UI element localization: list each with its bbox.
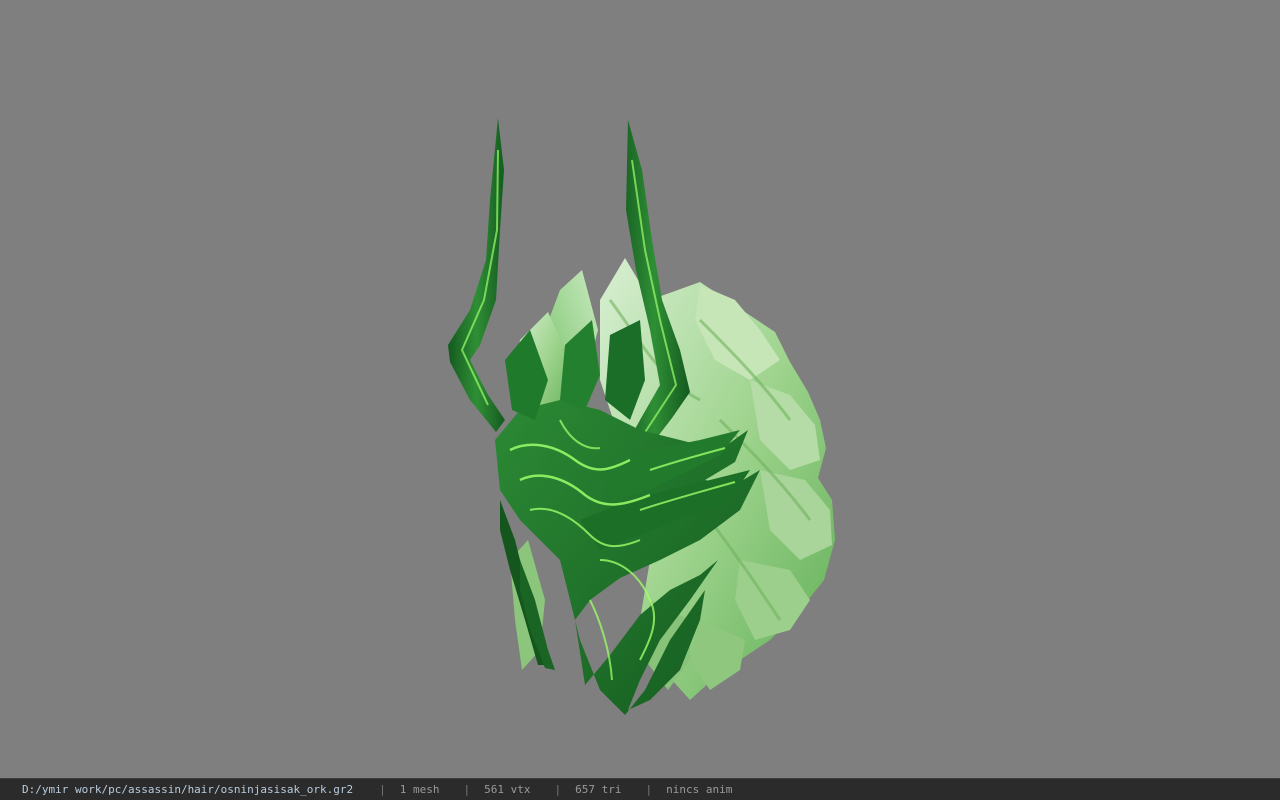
status-separator: | — [645, 783, 653, 796]
vertex-count: 561 vtx — [484, 783, 531, 796]
left-horn — [448, 118, 505, 432]
triangle-count: 657 tri — [575, 783, 622, 796]
status-separator: | — [379, 783, 386, 796]
mesh-count: 1 mesh — [399, 783, 440, 796]
status-separator: | — [554, 783, 562, 796]
status-separator: | — [463, 783, 471, 796]
hair-model-render — [448, 118, 835, 715]
file-path-label: D:/ymir work/pc/assassin/hair/osninjasis… — [22, 783, 354, 796]
3d-viewport[interactable] — [0, 0, 1280, 778]
status-bar: D:/ymir work/pc/assassin/hair/osninjasis… — [0, 778, 1280, 800]
animation-status: nincs anim — [666, 783, 733, 796]
